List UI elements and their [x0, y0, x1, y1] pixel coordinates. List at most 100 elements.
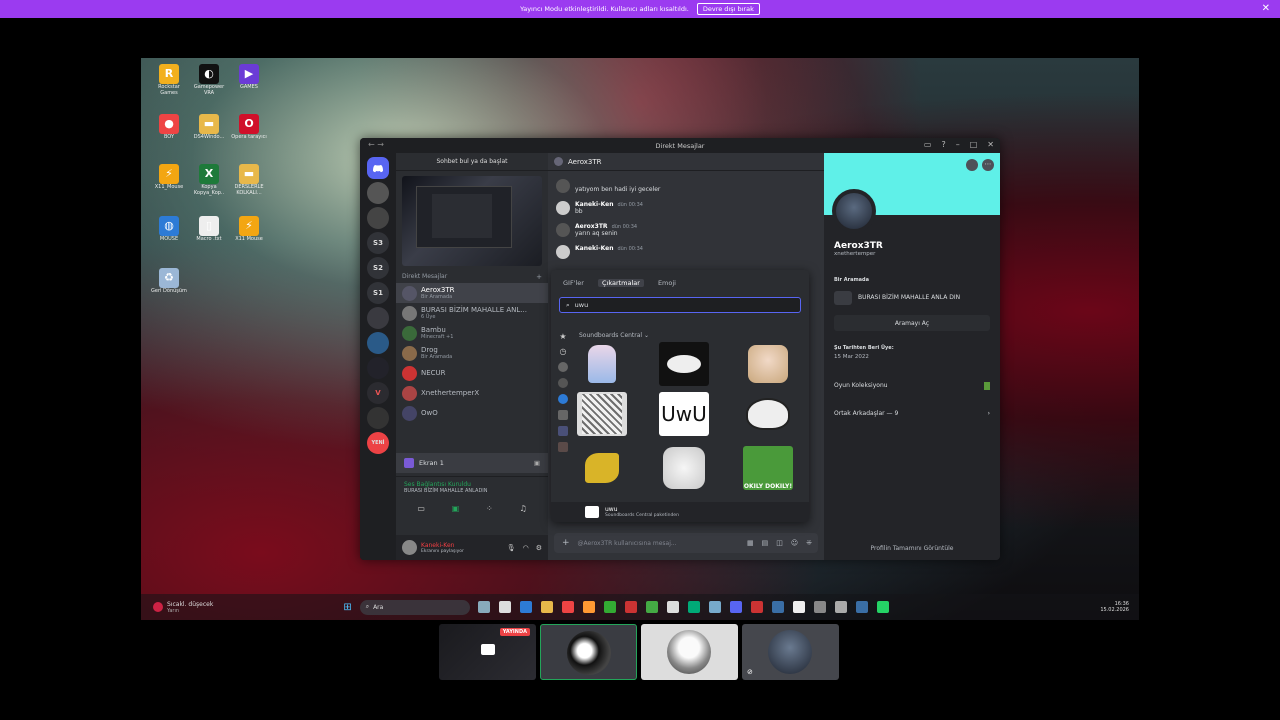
microphone-icon[interactable]: 🎙: [507, 544, 516, 552]
message-input[interactable]: + @Aerox3TR kullanıcısına mesaj... ▦ ▤ ◫…: [554, 533, 818, 553]
screen-share-icon[interactable]: ▣: [452, 504, 460, 513]
message-author[interactable]: Kaneki-Ken: [575, 245, 613, 252]
minimize-icon[interactable]: –: [956, 140, 960, 149]
disable-streamer-mode-button[interactable]: Devre dışı bırak: [696, 3, 760, 15]
taskbar-app-icon[interactable]: [645, 601, 658, 613]
taskbar-app-icon[interactable]: [834, 601, 847, 613]
desktop-icon[interactable]: ▯ Macro .txt: [189, 216, 229, 243]
gift-icon[interactable]: ▦: [747, 539, 754, 547]
desktop-icon[interactable]: ▬ DERSLERLE KOLKALI...: [229, 164, 269, 197]
taskbar-app-icon[interactable]: [519, 601, 532, 613]
dm-item[interactable]: NECUR: [396, 363, 548, 383]
sticker-uwu[interactable]: UwU: [659, 392, 709, 436]
sticker-okily-dokily[interactable]: OKILY DOKILY!: [743, 446, 793, 490]
add-friend-icon[interactable]: [966, 159, 978, 171]
camera-icon[interactable]: ▭: [417, 504, 425, 513]
desktop-icon[interactable]: ⚡ X11 Mouse: [229, 216, 269, 243]
server-icon[interactable]: [367, 357, 389, 379]
sticker-manga-girl[interactable]: [577, 392, 627, 436]
favorites-star-icon[interactable]: ★: [559, 332, 566, 341]
taskbar-app-icon[interactable]: [582, 601, 595, 613]
taskbar-search[interactable]: ⌕ Ara: [359, 599, 470, 615]
message-author[interactable]: Aerox3TR: [575, 223, 608, 230]
soundboard-icon[interactable]: ♫: [519, 504, 526, 513]
sticker-search-input[interactable]: ⌕ uwu: [559, 297, 801, 313]
taskbar-app-icon[interactable]: [498, 601, 511, 613]
taskbar-app-icon[interactable]: [687, 601, 700, 613]
server-icon[interactable]: [367, 407, 389, 429]
participant-tile-screen[interactable]: YAYINDA: [439, 624, 536, 680]
sticker-trollface[interactable]: [743, 392, 793, 436]
windows-start-icon[interactable]: ⊞: [343, 602, 351, 613]
game-collection-row[interactable]: Oyun Koleksiyonu: [834, 382, 990, 390]
avatar[interactable]: [556, 223, 570, 237]
desktop-icon[interactable]: ▬ DS4Windo...: [189, 114, 229, 141]
picker-tab[interactable]: Emoji: [658, 279, 676, 287]
recent-clock-icon[interactable]: ◷: [560, 347, 567, 356]
add-dm-icon[interactable]: +: [536, 273, 542, 281]
screen-share-item[interactable]: Ekran 1 ▣: [396, 453, 548, 473]
avatar[interactable]: [556, 245, 570, 259]
discord-home-icon[interactable]: [367, 157, 389, 179]
taskbar-app-icon[interactable]: [666, 601, 679, 613]
sticker-icon[interactable]: ◫: [776, 539, 783, 547]
pack-icon[interactable]: [558, 442, 568, 452]
close-window-icon[interactable]: ✕: [987, 140, 994, 149]
desktop-icon[interactable]: ⚡ X11_Mouse: [149, 164, 189, 191]
sticker-pack-header[interactable]: Soundboards Central ⌄: [579, 332, 649, 339]
taskbar-app-icon[interactable]: [750, 601, 763, 613]
server-icon[interactable]: [367, 182, 389, 204]
picker-tab[interactable]: GIF'ler: [563, 279, 584, 287]
taskbar-app-icon[interactable]: [792, 601, 805, 613]
taskbar-app-icon[interactable]: [561, 601, 574, 613]
desktop-icon[interactable]: R Rockstar Games: [149, 64, 189, 97]
avatar[interactable]: [402, 540, 417, 555]
activities-icon[interactable]: ⁘: [486, 504, 493, 513]
dm-item[interactable]: Drog Bir Aramada: [396, 343, 548, 363]
taskbar-app-icon[interactable]: [855, 601, 868, 613]
message-author[interactable]: Kaneki-Ken: [575, 201, 613, 208]
taskbar-app-icon[interactable]: [477, 601, 490, 613]
settings-icon[interactable]: ⚙: [536, 544, 542, 552]
sticker-cat[interactable]: [659, 446, 709, 490]
sticker-troll-dark[interactable]: [659, 342, 709, 386]
pack-icon[interactable]: [558, 362, 568, 372]
close-icon[interactable]: ✕: [1262, 3, 1270, 14]
pack-icon[interactable]: [558, 394, 568, 404]
valorant-server-icon[interactable]: V: [367, 382, 389, 404]
taskbar-app-icon[interactable]: [729, 601, 742, 613]
server-s1[interactable]: S1: [367, 282, 389, 304]
server-s2[interactable]: S2: [367, 257, 389, 279]
screen-share-preview[interactable]: [402, 176, 542, 266]
taskbar-app-icon[interactable]: [708, 601, 721, 613]
taskbar-app-icon[interactable]: [876, 601, 889, 613]
apps-icon[interactable]: ⁜: [806, 539, 812, 547]
mutual-friends-row[interactable]: Ortak Arkadaşlar — 9 ›: [834, 410, 990, 417]
desktop-icon[interactable]: X Kopya Kopya_Kop..: [189, 164, 229, 197]
server-icon[interactable]: [367, 307, 389, 329]
taskbar-app-icon[interactable]: [540, 601, 553, 613]
find-conversation-button[interactable]: Sohbet bul ya da başlat: [396, 153, 548, 171]
participant-tile[interactable]: [540, 624, 637, 680]
sticker-banana[interactable]: [577, 446, 627, 490]
weather-widget[interactable]: Sıcakl. düşecek Yarın: [153, 601, 213, 614]
popout-icon[interactable]: ▣: [534, 459, 540, 467]
dm-item[interactable]: Bambu Minecraft +1: [396, 323, 548, 343]
desktop-icon[interactable]: ● BOY: [149, 114, 189, 141]
avatar[interactable]: [556, 179, 570, 193]
taskbar-app-icon[interactable]: [813, 601, 826, 613]
pack-icon[interactable]: [558, 426, 568, 436]
desktop-icon[interactable]: ◍ MOUSE: [149, 216, 189, 243]
desktop-icon[interactable]: ◐ Gamepower VRA: [189, 64, 229, 97]
pack-icon[interactable]: [558, 410, 568, 420]
server-icon[interactable]: [367, 332, 389, 354]
maximize-icon[interactable]: □: [970, 140, 978, 149]
taskbar-app-icon[interactable]: [603, 601, 616, 613]
server-s3[interactable]: S3: [367, 232, 389, 254]
desktop-icon[interactable]: ▶ GAMES: [229, 64, 269, 91]
profile-avatar[interactable]: [832, 189, 876, 233]
back-arrow-icon[interactable]: ← →: [368, 140, 384, 149]
gif-icon[interactable]: ▤: [762, 539, 769, 547]
taskbar-app-icon[interactable]: [624, 601, 637, 613]
dm-item[interactable]: OwO: [396, 403, 548, 423]
